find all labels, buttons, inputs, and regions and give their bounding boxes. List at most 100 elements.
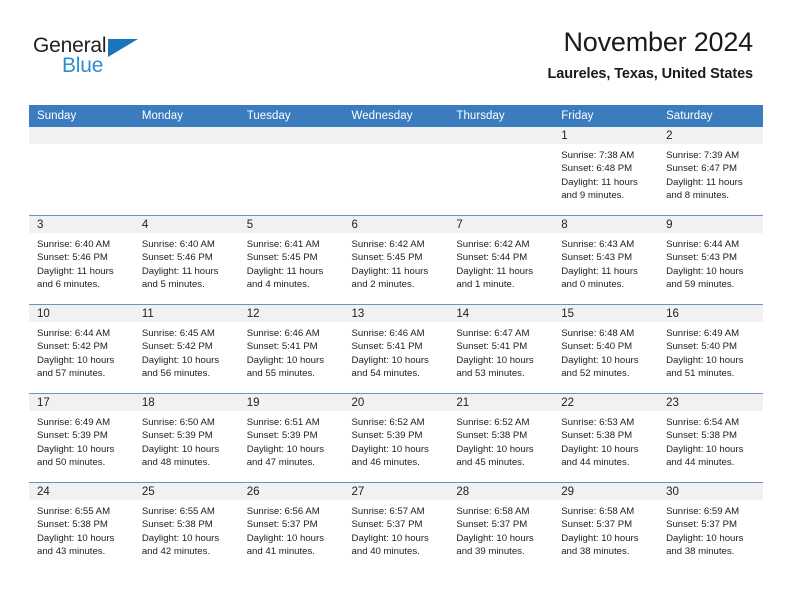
daylight-text: Daylight: 11 hours and 8 minutes.	[666, 176, 743, 201]
day-cell[interactable]: 8 Sunrise: 6:43 AM Sunset: 5:43 PM Dayli…	[553, 215, 659, 305]
day-cell[interactable]: 20 Sunrise: 6:52 AM Sunset: 5:39 PM Dayl…	[343, 393, 449, 483]
sunrise-text: Sunrise: 6:51 AM	[246, 417, 320, 428]
day-details	[134, 144, 239, 149]
day-details: Sunrise: 6:55 AM Sunset: 5:38 PM Dayligh…	[134, 500, 239, 558]
calendar-week-row: 10 Sunrise: 6:44 AM Sunset: 5:42 PM Dayl…	[29, 304, 763, 394]
day-cell[interactable]: 19 Sunrise: 6:51 AM Sunset: 5:39 PM Dayl…	[238, 393, 344, 483]
day-cell[interactable]: 14 Sunrise: 6:47 AM Sunset: 5:41 PM Dayl…	[448, 304, 554, 394]
weekday-header-tuesday: Tuesday	[238, 105, 344, 127]
daylight-text: Daylight: 11 hours and 4 minutes.	[246, 265, 324, 290]
sunset-text: Sunset: 5:38 PM	[456, 430, 528, 442]
sunrise-text: Sunrise: 6:46 AM	[351, 328, 425, 339]
daylight-text: Daylight: 10 hours and 45 minutes.	[456, 443, 534, 468]
day-cell[interactable]: 29 Sunrise: 6:58 AM Sunset: 5:37 PM Dayl…	[553, 482, 659, 571]
sunset-text: Sunset: 5:40 PM	[561, 341, 633, 353]
day-cell[interactable]: 15 Sunrise: 6:48 AM Sunset: 5:40 PM Dayl…	[553, 304, 659, 394]
sunrise-text: Sunrise: 6:55 AM	[37, 506, 111, 517]
sunrise-text: Sunrise: 6:43 AM	[561, 239, 635, 250]
daylight-text: Daylight: 10 hours and 54 minutes.	[351, 354, 429, 379]
day-cell[interactable]: 17 Sunrise: 6:49 AM Sunset: 5:39 PM Dayl…	[29, 393, 134, 483]
day-cell[interactable]: 23 Sunrise: 6:54 AM Sunset: 5:38 PM Dayl…	[658, 393, 763, 483]
daylight-text: Daylight: 11 hours and 1 minute.	[456, 265, 533, 290]
sunrise-text: Sunrise: 6:54 AM	[666, 417, 740, 428]
daylight-text: Daylight: 10 hours and 44 minutes.	[561, 443, 639, 468]
day-cell[interactable]: 7 Sunrise: 6:42 AM Sunset: 5:44 PM Dayli…	[448, 215, 554, 305]
day-cell[interactable]	[343, 127, 449, 216]
day-cell[interactable]: 30 Sunrise: 6:59 AM Sunset: 5:37 PM Dayl…	[658, 482, 763, 571]
sunset-text: Sunset: 5:38 PM	[561, 430, 633, 442]
sunset-text: Sunset: 5:43 PM	[561, 252, 633, 264]
day-number: 19	[238, 394, 344, 411]
day-number	[133, 127, 239, 144]
sunset-text: Sunset: 5:38 PM	[141, 519, 213, 531]
sunset-text: Sunset: 5:37 PM	[351, 519, 423, 531]
day-cell[interactable]: 25 Sunrise: 6:55 AM Sunset: 5:38 PM Dayl…	[133, 482, 239, 571]
day-number: 15	[553, 305, 659, 322]
sunset-text: Sunset: 5:37 PM	[666, 519, 737, 531]
day-cell[interactable]: 26 Sunrise: 6:56 AM Sunset: 5:37 PM Dayl…	[238, 482, 344, 571]
sunset-text: Sunset: 5:40 PM	[666, 341, 737, 353]
daylight-text: Daylight: 11 hours and 2 minutes.	[351, 265, 429, 290]
day-cell[interactable]: 5 Sunrise: 6:41 AM Sunset: 5:45 PM Dayli…	[238, 215, 344, 305]
sunrise-text: Sunrise: 6:52 AM	[351, 417, 425, 428]
day-cell[interactable]: 1 Sunrise: 7:38 AM Sunset: 6:48 PM Dayli…	[553, 127, 659, 216]
daylight-text: Daylight: 10 hours and 38 minutes.	[666, 532, 744, 557]
day-cell[interactable]	[238, 127, 344, 216]
day-number: 18	[133, 394, 239, 411]
sunset-text: Sunset: 5:39 PM	[37, 430, 108, 442]
calendar-head: Sunday Monday Tuesday Wednesday Thursday…	[29, 105, 763, 127]
day-details: Sunrise: 6:57 AM Sunset: 5:37 PM Dayligh…	[344, 500, 449, 558]
calendar-week-row: 3 Sunrise: 6:40 AM Sunset: 5:46 PM Dayli…	[29, 215, 763, 305]
day-cell[interactable]	[448, 127, 554, 216]
sunset-text: Sunset: 5:39 PM	[141, 430, 213, 442]
sunset-text: Sunset: 5:45 PM	[246, 252, 318, 264]
sunset-text: Sunset: 5:41 PM	[246, 341, 318, 353]
day-details: Sunrise: 6:42 AM Sunset: 5:45 PM Dayligh…	[344, 233, 449, 291]
page-header: General Blue November 2024 Laureles, Tex…	[0, 0, 792, 82]
day-cell[interactable]: 22 Sunrise: 6:53 AM Sunset: 5:38 PM Dayl…	[553, 393, 659, 483]
daylight-text: Daylight: 11 hours and 0 minutes.	[561, 265, 638, 290]
day-cell[interactable]: 12 Sunrise: 6:46 AM Sunset: 5:41 PM Dayl…	[238, 304, 344, 394]
day-cell[interactable]: 10 Sunrise: 6:44 AM Sunset: 5:42 PM Dayl…	[29, 304, 134, 394]
day-details: Sunrise: 6:40 AM Sunset: 5:46 PM Dayligh…	[134, 233, 239, 291]
day-cell[interactable]: 9 Sunrise: 6:44 AM Sunset: 5:43 PM Dayli…	[658, 215, 763, 305]
day-details	[344, 144, 449, 149]
daylight-text: Daylight: 10 hours and 38 minutes.	[561, 532, 639, 557]
sunrise-text: Sunrise: 6:49 AM	[666, 328, 740, 339]
generalblue-logo[interactable]: General Blue	[33, 34, 153, 80]
sunset-text: Sunset: 5:38 PM	[37, 519, 108, 531]
day-cell[interactable]	[133, 127, 239, 216]
day-cell[interactable]: 18 Sunrise: 6:50 AM Sunset: 5:39 PM Dayl…	[133, 393, 239, 483]
day-number: 9	[658, 216, 763, 233]
day-number: 16	[658, 305, 763, 322]
day-cell[interactable]: 3 Sunrise: 6:40 AM Sunset: 5:46 PM Dayli…	[29, 215, 134, 305]
day-number: 8	[553, 216, 659, 233]
day-details: Sunrise: 6:52 AM Sunset: 5:38 PM Dayligh…	[448, 411, 553, 469]
day-cell[interactable]: 27 Sunrise: 6:57 AM Sunset: 5:37 PM Dayl…	[343, 482, 449, 571]
day-cell[interactable]: 2 Sunrise: 7:39 AM Sunset: 6:47 PM Dayli…	[658, 127, 763, 216]
day-number: 6	[343, 216, 449, 233]
day-details: Sunrise: 6:41 AM Sunset: 5:45 PM Dayligh…	[239, 233, 344, 291]
day-details: Sunrise: 6:49 AM Sunset: 5:39 PM Dayligh…	[29, 411, 134, 469]
day-number: 23	[658, 394, 763, 411]
daylight-text: Daylight: 10 hours and 43 minutes.	[37, 532, 115, 557]
day-cell[interactable]: 11 Sunrise: 6:45 AM Sunset: 5:42 PM Dayl…	[133, 304, 239, 394]
day-cell[interactable]: 24 Sunrise: 6:55 AM Sunset: 5:38 PM Dayl…	[29, 482, 134, 571]
weekday-header-friday: Friday	[553, 105, 659, 127]
day-cell[interactable]: 4 Sunrise: 6:40 AM Sunset: 5:46 PM Dayli…	[133, 215, 239, 305]
day-cell[interactable]: 13 Sunrise: 6:46 AM Sunset: 5:41 PM Dayl…	[343, 304, 449, 394]
daylight-text: Daylight: 10 hours and 53 minutes.	[456, 354, 534, 379]
day-number: 4	[133, 216, 239, 233]
daylight-text: Daylight: 10 hours and 59 minutes.	[666, 265, 744, 290]
day-cell[interactable]: 21 Sunrise: 6:52 AM Sunset: 5:38 PM Dayl…	[448, 393, 554, 483]
day-cell[interactable]: 6 Sunrise: 6:42 AM Sunset: 5:45 PM Dayli…	[343, 215, 449, 305]
title-block: November 2024 Laureles, Texas, United St…	[548, 27, 754, 82]
day-cell[interactable]: 16 Sunrise: 6:49 AM Sunset: 5:40 PM Dayl…	[658, 304, 763, 394]
day-cell[interactable]	[29, 127, 134, 216]
day-cell[interactable]: 28 Sunrise: 6:58 AM Sunset: 5:37 PM Dayl…	[448, 482, 554, 571]
sunrise-text: Sunrise: 6:52 AM	[456, 417, 530, 428]
day-number	[343, 127, 449, 144]
sunrise-text: Sunrise: 6:56 AM	[246, 506, 320, 517]
day-details: Sunrise: 7:38 AM Sunset: 6:48 PM Dayligh…	[553, 144, 658, 202]
day-number: 10	[29, 305, 134, 322]
